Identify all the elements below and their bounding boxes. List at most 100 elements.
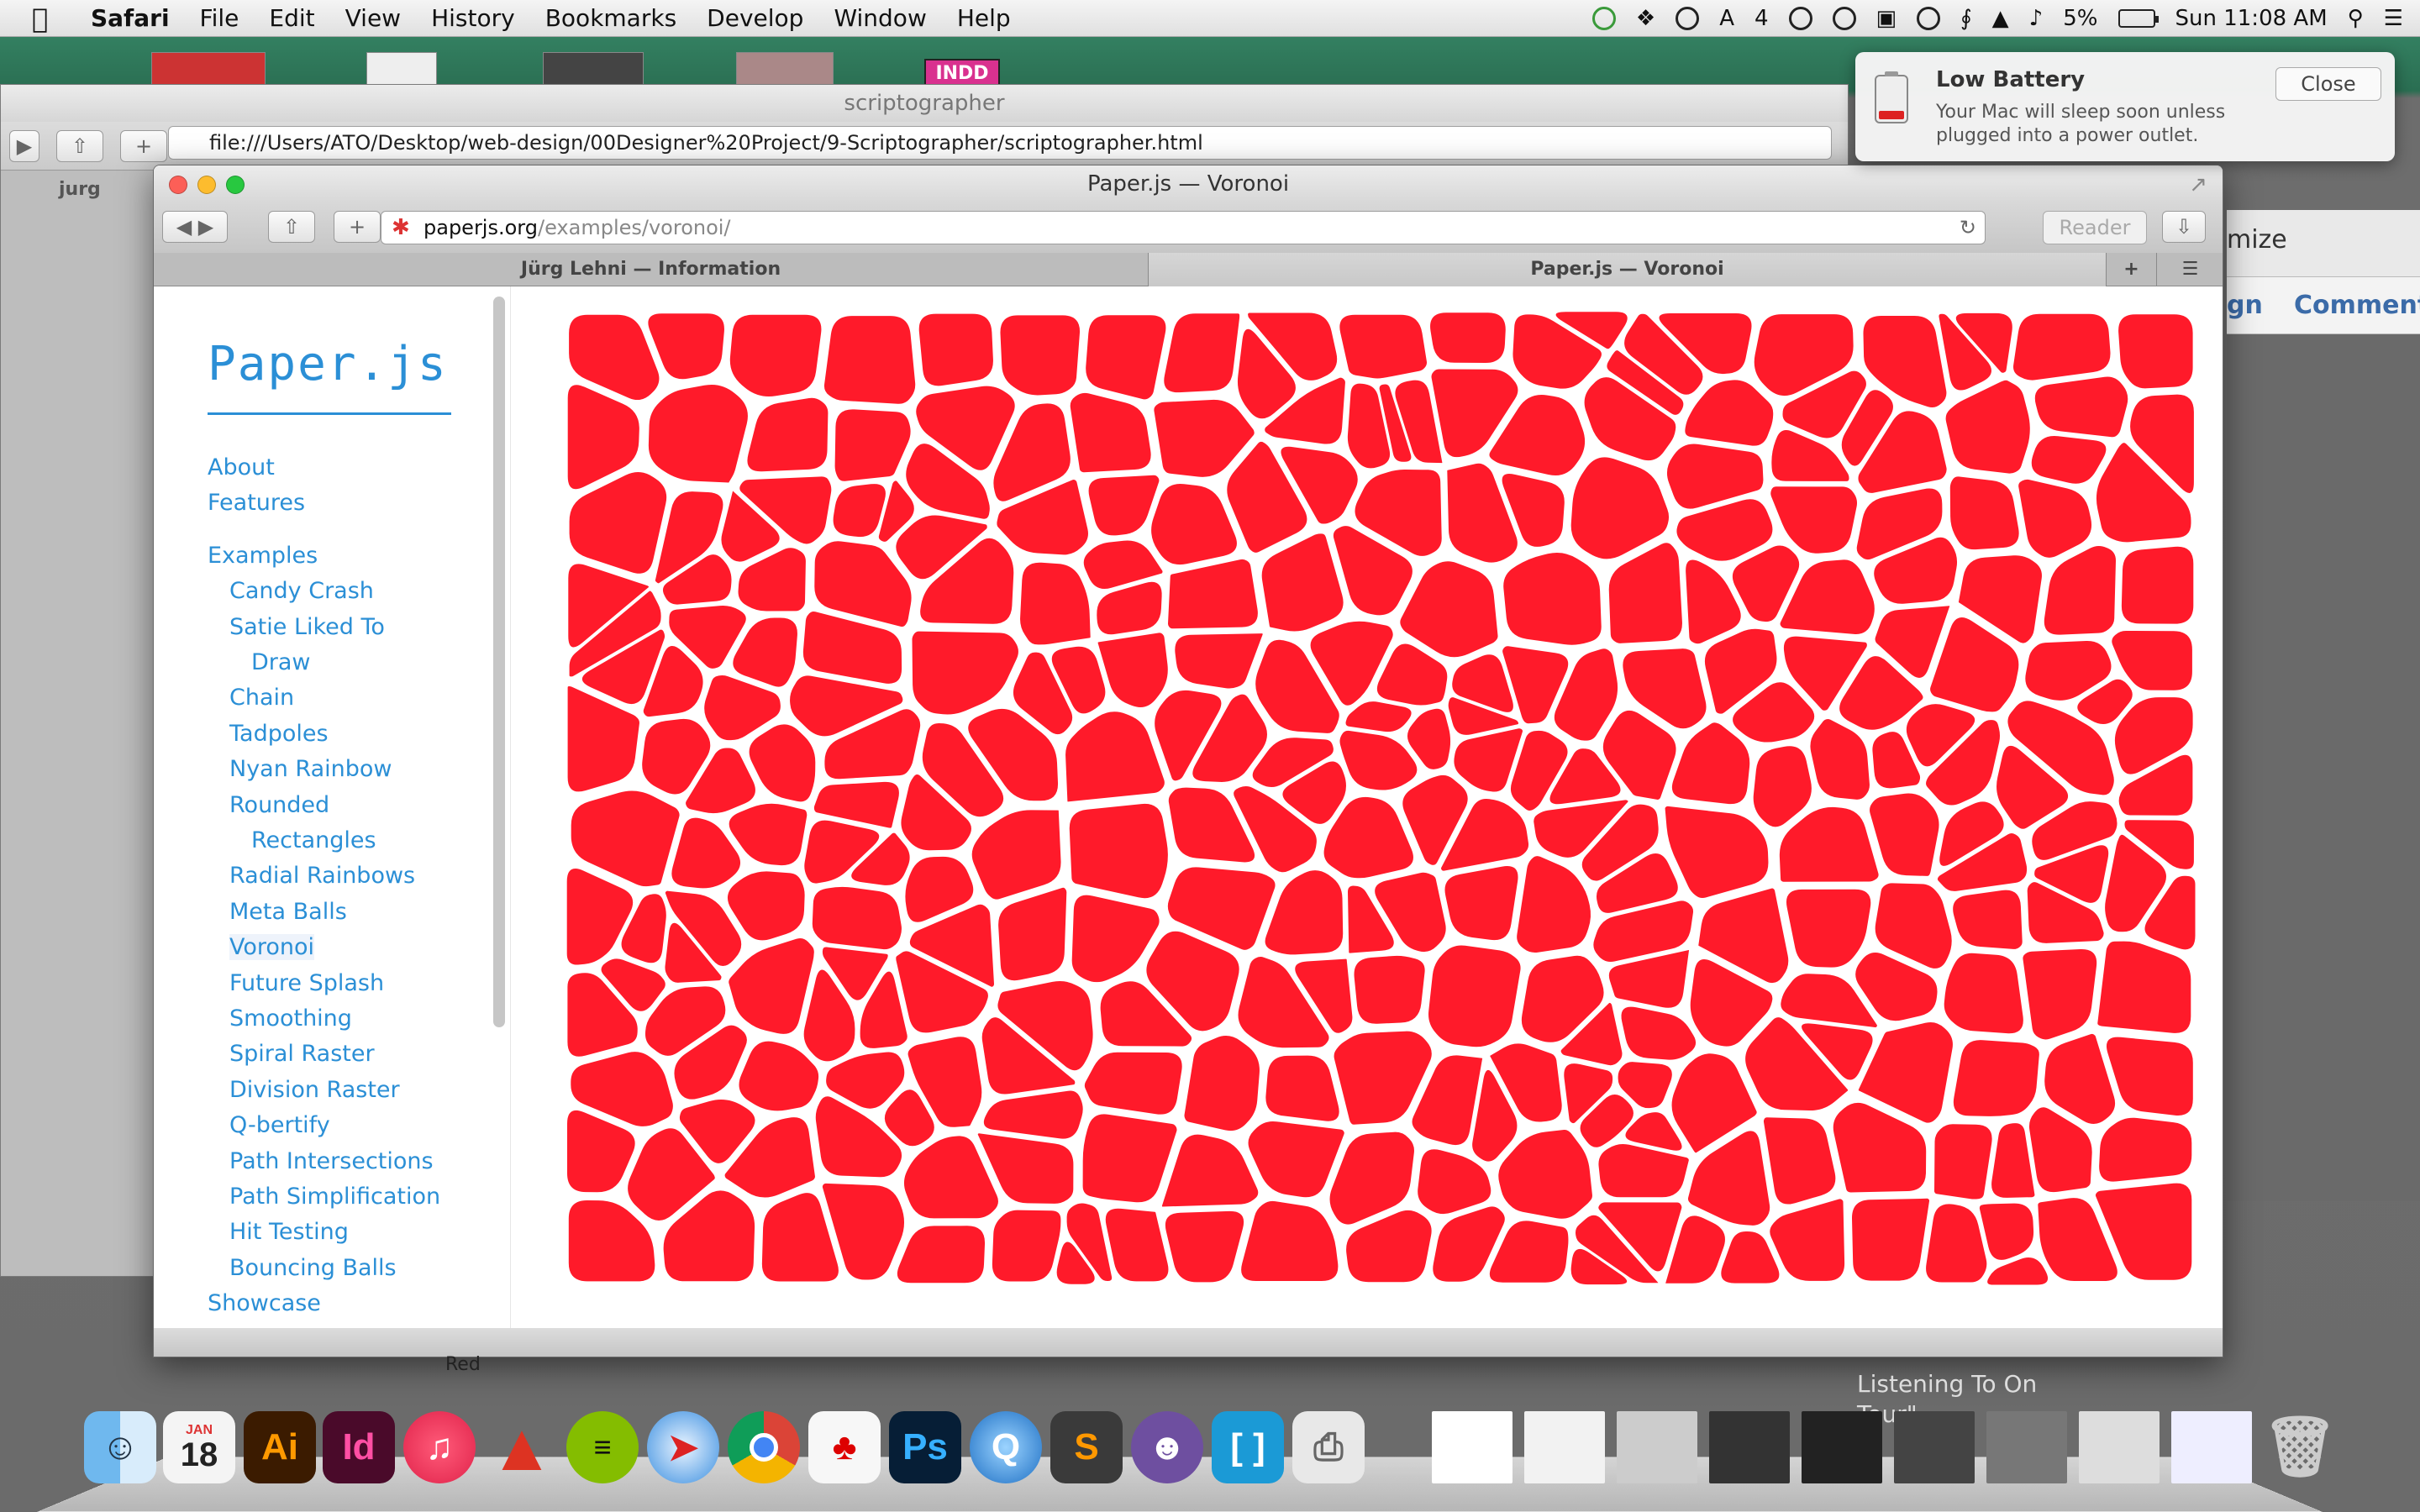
notification-center-icon[interactable]: ☰ [2384,6,2403,31]
comment-tab[interactable]: Comment [2294,291,2420,320]
back-nav-icon[interactable]: ▶ [9,129,39,162]
menu-develop[interactable]: Develop [707,4,803,32]
new-tab-icon[interactable]: + [120,129,167,162]
tab-jurg-lehni[interactable]: Jürg Lehni — Information [154,253,1149,286]
back-url-field[interactable]: file:///Users/ATO/Desktop/web-design/00D… [168,126,1832,160]
apple-menu-icon[interactable]:  [32,3,66,34]
quicktime-icon[interactable]: Q [970,1411,1042,1483]
sidebar-item-voronoi[interactable]: Voronoi [229,934,315,961]
url-field[interactable]: ✱ paperjs.org/examples/voronoi/ ↻ [381,211,1986,244]
desktop-file-thumb[interactable] [736,52,834,86]
voronoi-canvas-area[interactable] [564,310,2197,1286]
paperjs-logo[interactable]: Paper.js [208,337,448,391]
menu-app-name[interactable]: Safari [91,4,170,32]
dock-minimized-window[interactable] [2079,1411,2160,1483]
volume-icon[interactable]: ♪ [2029,6,2044,31]
sidebar-item-features[interactable]: Features [208,490,305,516]
dock-minimized-window[interactable] [1617,1411,1697,1483]
tab-voronoi[interactable]: Paper.js — Voronoi [1149,253,2107,286]
sign-tab[interactable]: gn [2227,291,2263,320]
sidebar-item-path-intersections[interactable]: Path Intersections [229,1148,434,1174]
sidebar-item-q-bertify[interactable]: Q-bertify [229,1112,330,1138]
photoshop-icon[interactable]: Ps [889,1411,961,1483]
sidebar-item-candy-crash[interactable]: Candy Crash [229,578,374,604]
sidebar-item-future-splash[interactable]: Future Splash [229,970,384,996]
spotify-icon[interactable]: ≡ [566,1411,639,1483]
share-icon[interactable]: ⇧ [56,129,103,162]
safari-icon[interactable]: ➤ [647,1411,719,1483]
airplay-icon[interactable]: ▣ [1876,6,1897,31]
sidebar-item-rounded[interactable]: Rounded [229,792,329,818]
desktop-file-thumb[interactable] [543,52,644,86]
chrome-icon[interactable] [728,1411,800,1483]
sublime-icon[interactable]: S [1050,1411,1123,1483]
notification-close-button[interactable]: Close [2275,67,2381,101]
sidebar-item-radial-rainbows[interactable]: Radial Rainbows [229,863,415,889]
sidebar-item-path-simplification[interactable]: Path Simplification [229,1184,440,1210]
dock-minimized-window[interactable] [1524,1411,1605,1483]
menu-history[interactable]: History [431,4,515,32]
sidebar-item-about[interactable]: About [208,454,275,480]
sidebar-item-tadpoles[interactable]: Tadpoles [229,721,329,747]
adobe-icon[interactable]: A [1719,6,1734,31]
optimize-label[interactable]: mize [2227,225,2287,255]
menu-bookmarks[interactable]: Bookmarks [545,4,676,32]
menu-view[interactable]: View [345,4,401,32]
add-tab-button[interactable]: + [334,211,381,243]
menu-file[interactable]: File [200,4,239,32]
dock-minimized-window[interactable] [1432,1411,1512,1483]
fullscreen-icon[interactable]: ↗ [2189,172,2207,197]
brackets-icon[interactable]: [ ] [1212,1411,1284,1483]
indesign-icon[interactable]: Id [323,1411,395,1483]
sidebar-item-draw[interactable]: Draw [251,649,311,675]
spotlight-search-icon[interactable]: ⚲ [2348,6,2364,31]
back-window-tab[interactable]: jurg [0,173,168,207]
sidebar-item-rectangles[interactable]: Rectangles [251,827,376,853]
tab-overview-icon[interactable]: ☰ [2157,253,2223,286]
status-circle-icon[interactable] [1591,7,1616,30]
github-icon[interactable]: ☻ [1131,1411,1203,1483]
dock-minimized-window[interactable] [1709,1411,1790,1483]
finder-icon[interactable]: ☺ [84,1411,156,1483]
sidebar-item-nyan-rainbow[interactable]: Nyan Rainbow [229,756,392,782]
sidebar-item-smoothing[interactable]: Smoothing [229,1005,352,1032]
menu-help[interactable]: Help [957,4,1011,32]
share-button-icon[interactable]: ⇧ [268,211,315,243]
dock-minimized-window[interactable] [1986,1411,2067,1483]
add-tab-icon[interactable]: + [2107,253,2157,286]
autocad-icon[interactable]: ▲ [486,1410,558,1484]
menu-edit[interactable]: Edit [269,4,314,32]
sidebar-scrollbar[interactable] [493,297,505,1027]
desktop-file-thumb[interactable] [366,52,437,86]
sidebar-item-examples[interactable]: Examples [208,543,318,569]
voronoi-canvas[interactable] [564,310,2197,1286]
dock-minimized-window[interactable] [1802,1411,1882,1483]
calendar-icon[interactable]: JAN 18 [163,1411,235,1483]
sidebar-item-showcase[interactable]: Showcase [208,1290,321,1316]
sync-icon[interactable] [1788,7,1812,30]
reload-icon[interactable]: ↻ [1960,212,1976,244]
bluetooth-icon[interactable]: ∮ [1960,6,1972,31]
acrobat-icon[interactable]: ♣ [808,1411,881,1483]
sidebar-item-chain[interactable]: Chain [229,685,294,711]
reader-button[interactable]: Reader [2043,211,2147,244]
indd-file-badge[interactable]: INDD [924,59,1000,86]
desktop-file-thumb[interactable] [151,52,266,86]
wifi-icon[interactable]: ▲ [1992,6,2009,31]
sidebar-item-hit-testing[interactable]: Hit Testing [229,1219,349,1245]
creative-cloud-icon[interactable] [1676,7,1700,30]
printer-icon[interactable]: ⎙ [1292,1411,1365,1483]
dock-minimized-window[interactable] [2171,1411,2252,1483]
sidebar-item-spiral-raster[interactable]: Spiral Raster [229,1041,375,1067]
battery-icon[interactable] [2118,9,2159,28]
sidebar-item-bouncing-balls[interactable]: Bouncing Balls [229,1255,397,1281]
dock-minimized-window[interactable] [1894,1411,1975,1483]
downloads-icon[interactable]: ⇩ [2162,211,2206,243]
sidebar-item-division-raster[interactable]: Division Raster [229,1077,400,1103]
illustrator-icon[interactable]: Ai [244,1411,316,1483]
itunes-icon[interactable]: ♫ [403,1411,476,1483]
sidebar-item-satie-liked-to[interactable]: Satie Liked To [229,614,385,640]
time-machine-icon[interactable] [1917,7,1941,30]
sidebar-item-meta-balls[interactable]: Meta Balls [229,899,347,925]
dropbox-icon[interactable]: ❖ [1636,6,1655,31]
